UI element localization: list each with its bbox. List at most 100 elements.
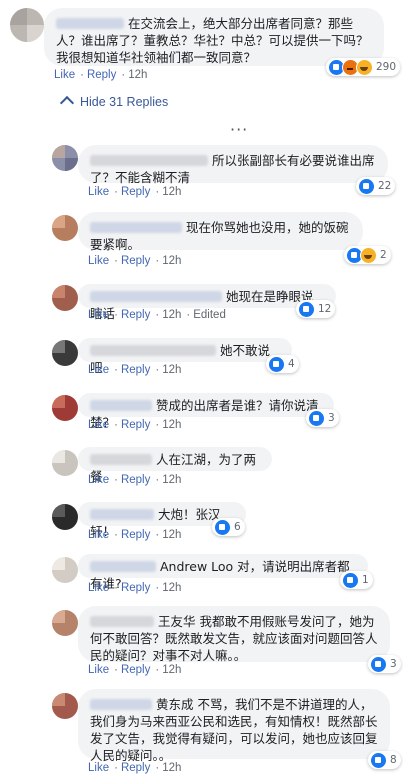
reply-link[interactable]: Reply xyxy=(121,762,150,774)
timestamp[interactable]: 12h xyxy=(162,474,181,486)
like-link[interactable]: Like xyxy=(88,762,109,774)
reply-link[interactable]: Reply xyxy=(121,529,150,541)
avatar[interactable] xyxy=(52,215,78,241)
avatar[interactable] xyxy=(52,610,78,636)
avatar[interactable] xyxy=(52,450,78,476)
timestamp[interactable]: 12h xyxy=(128,69,147,81)
avatar[interactable] xyxy=(52,557,78,583)
reply-link[interactable]: Reply xyxy=(121,309,150,321)
comment-bubble: 赞成的出席者是谁？请你说清楚？ xyxy=(78,393,334,430)
reaction-count: 8 xyxy=(390,754,397,766)
reply-link[interactable]: Reply xyxy=(121,419,150,431)
reaction-summary[interactable]: 3 xyxy=(368,655,401,673)
reaction-count: 12 xyxy=(318,303,332,315)
reaction-summary[interactable]: 6 xyxy=(212,518,245,536)
comment-bubble: 黄东成 不骂，我们不是不讲道理的人，我们身为马来西亚公民和选民，有知情权！既然部… xyxy=(78,689,390,763)
comment-actions: Like · Reply · 12h xyxy=(54,69,148,81)
reaction-count: 2 xyxy=(380,249,387,261)
hide-replies-toggle[interactable]: Hide 31 Replies xyxy=(59,95,169,111)
reply-link[interactable]: Reply xyxy=(121,364,150,376)
reply-link[interactable]: Reply xyxy=(121,582,150,594)
comment-bubble: Andrew Loo 对，请说明出席者都有谁? xyxy=(78,554,368,591)
author-name[interactable] xyxy=(90,345,216,356)
reply-link[interactable]: Reply xyxy=(121,255,150,267)
reply-link[interactable]: Reply xyxy=(121,664,150,676)
author-name[interactable] xyxy=(90,616,154,627)
like-reaction-icon xyxy=(298,300,315,318)
like-link[interactable]: Like xyxy=(88,309,109,321)
like-link[interactable]: Like xyxy=(88,664,109,676)
like-link[interactable]: Like xyxy=(88,529,109,541)
reaction-count: 3 xyxy=(328,412,335,424)
avatar[interactable] xyxy=(52,693,78,719)
avatar[interactable] xyxy=(52,395,78,421)
like-link[interactable]: Like xyxy=(88,364,109,376)
hide-replies-label: Hide 31 Replies xyxy=(80,95,169,109)
reaction-summary[interactable]: 22 xyxy=(356,177,396,195)
author-name[interactable] xyxy=(90,291,222,302)
timestamp[interactable]: 12h xyxy=(162,529,181,541)
comment-bubble: 王友华 我都敢不用假账号发问了，她为何不敢回答？既然敢发文告，就应该面对问题回答… xyxy=(78,606,390,663)
author-name[interactable] xyxy=(90,400,152,411)
timestamp[interactable]: 12h xyxy=(162,419,181,431)
like-reaction-icon xyxy=(268,355,285,373)
comment-bubble: 现在你骂她也没用，她的饭碗要紧啊。 xyxy=(78,212,363,252)
like-reaction-icon xyxy=(358,177,375,195)
timestamp[interactable]: 12h xyxy=(162,664,181,676)
comment-actions: Like · Reply · 12h xyxy=(88,762,182,774)
comment-actions: Like · Reply · 12h xyxy=(88,186,182,198)
reaction-summary[interactable]: 3 xyxy=(306,409,339,427)
avatar[interactable] xyxy=(52,145,78,171)
avatar[interactable] xyxy=(52,340,78,366)
like-reaction-icon xyxy=(342,571,359,589)
author-name[interactable] xyxy=(90,699,152,710)
like-link[interactable]: Like xyxy=(88,582,109,594)
reaction-summary[interactable]: 8 xyxy=(368,751,401,769)
reaction-summary[interactable]: 4 xyxy=(266,355,299,373)
reply-link[interactable]: Reply xyxy=(121,474,150,486)
comment-actions: Like · Reply · 12h xyxy=(88,474,182,486)
like-reaction-icon xyxy=(308,409,325,427)
reply-link[interactable]: Reply xyxy=(87,69,116,81)
like-link[interactable]: Like xyxy=(88,419,109,431)
comment-actions: Like · Reply · 12h xyxy=(88,529,182,541)
reaction-count: 290 xyxy=(376,61,397,73)
reaction-count: 22 xyxy=(378,180,392,192)
more-options-icon[interactable]: ··· xyxy=(230,120,248,139)
timestamp[interactable]: 12h xyxy=(162,186,181,198)
timestamp[interactable]: 12h xyxy=(162,309,181,321)
reaction-count: 4 xyxy=(288,358,295,370)
avatar[interactable] xyxy=(52,504,78,530)
reaction-count: 6 xyxy=(234,521,241,533)
author-name[interactable] xyxy=(90,454,152,465)
reaction-count: 3 xyxy=(390,658,397,670)
avatar[interactable] xyxy=(10,8,44,42)
comment-actions: Like · Reply · 12h xyxy=(88,255,182,267)
haha-reaction-icon xyxy=(360,246,377,264)
author-name[interactable] xyxy=(90,561,156,572)
like-link[interactable]: Like xyxy=(54,69,75,81)
reaction-summary[interactable]: 2 xyxy=(344,246,391,264)
comment-bubble: 所以张副部长有必要说谁出席了？不能含糊不清 xyxy=(78,145,388,185)
author-name[interactable] xyxy=(90,155,208,166)
comment-actions: Like · Reply · 12h xyxy=(88,364,182,376)
reaction-summary[interactable]: 290 xyxy=(326,58,401,76)
timestamp[interactable]: 12h xyxy=(162,582,181,594)
edited-label[interactable]: Edited xyxy=(193,309,226,321)
author-name[interactable] xyxy=(56,18,124,29)
reply-link[interactable]: Reply xyxy=(121,186,150,198)
chevron-up-icon xyxy=(59,95,75,111)
author-name[interactable] xyxy=(90,222,182,233)
comment-actions: Like · Reply · 12h xyxy=(88,419,182,431)
reaction-summary[interactable]: 1 xyxy=(340,571,373,589)
timestamp[interactable]: 12h xyxy=(162,762,181,774)
like-link[interactable]: Like xyxy=(88,186,109,198)
like-link[interactable]: Like xyxy=(88,474,109,486)
timestamp[interactable]: 12h xyxy=(162,364,181,376)
reaction-summary[interactable]: 12 xyxy=(296,300,336,318)
avatar[interactable] xyxy=(52,285,78,311)
like-reaction-icon xyxy=(370,751,387,769)
like-link[interactable]: Like xyxy=(88,255,109,267)
author-name[interactable] xyxy=(90,509,154,520)
timestamp[interactable]: 12h xyxy=(162,255,181,267)
